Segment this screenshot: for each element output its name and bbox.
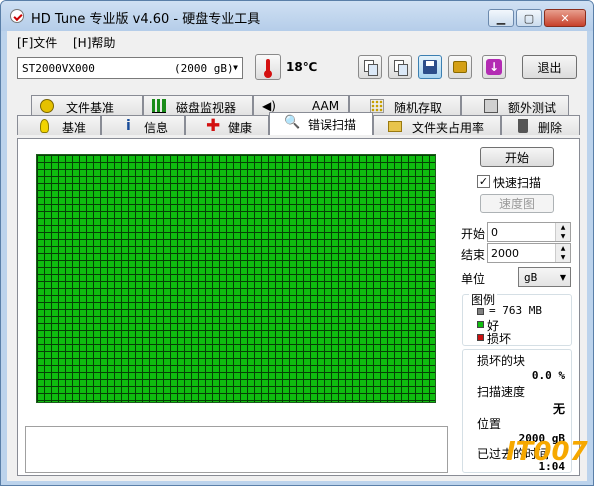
unit-select[interactable]: gB ▼ — [518, 267, 571, 287]
log-area[interactable] — [25, 426, 448, 473]
tab-benchmark[interactable]: 基准 — [17, 115, 101, 135]
close-icon: ✕ — [560, 11, 570, 25]
exit-button[interactable]: 退出 — [522, 55, 577, 79]
quick-scan-label: 快速扫描 — [493, 176, 542, 190]
temperature-button[interactable] — [255, 54, 281, 80]
start-scan-button[interactable]: 开始 — [480, 147, 554, 167]
thermometer-bulb — [264, 70, 272, 78]
legend-block-size: = 763 MB — [489, 304, 542, 317]
end-value: 2000 — [491, 247, 519, 260]
menu-help[interactable]: [H]帮助 — [73, 34, 115, 51]
drive-name: ST2000VX000 — [22, 62, 95, 75]
position-label: 位置 — [477, 417, 502, 431]
drive-size: (2000 gB) — [174, 62, 234, 75]
calculator-icon — [484, 99, 498, 113]
temperature-readout: 18℃ — [286, 60, 318, 74]
speed-map-button[interactable]: 速度图 — [480, 194, 554, 213]
tab-label: 健康 — [228, 121, 253, 135]
bar-chart-icon — [152, 99, 166, 113]
error-scan-panel: 开始 ✓ 快速扫描 速度图 开始 0 ▲ ▼ 结束 2000 ▲ ▼ 单位 gB… — [17, 138, 580, 476]
tab-info[interactable]: i 信息 — [101, 115, 185, 135]
options-icon — [453, 61, 467, 73]
tab-label: 信息 — [144, 121, 169, 135]
menu-bar: [F]文件 [H]帮助 — [7, 31, 587, 51]
options-button[interactable] — [448, 55, 472, 79]
drive-select[interactable]: ST2000VX000 (2000 gB) ▼ — [17, 57, 243, 79]
menu-file[interactable]: [F]文件 — [17, 34, 57, 51]
tab-folder-usage[interactable]: 文件夹占用率 — [373, 115, 501, 135]
tab-label: 文件基准 — [66, 101, 115, 115]
spin-up-icon[interactable]: ▲ — [555, 244, 570, 253]
minimize-icon: ▁ — [496, 11, 506, 25]
legend-group: 图例 = 763 MB 好 损坏 — [462, 291, 572, 346]
download-button[interactable]: ↓ — [482, 55, 506, 79]
hd-tune-window: HD Tune 专业版 v4.60 - 硬盘专业工具 ▁ ▢ ✕ [F]文件 [… — [0, 0, 594, 486]
tab-label: 文件夹占用率 — [412, 121, 485, 135]
gear-icon — [40, 99, 54, 113]
watermark-logo: IT007 — [506, 437, 588, 467]
copy-all-icon — [394, 60, 408, 76]
trash-icon — [518, 119, 528, 133]
tab-label: 随机存取 — [394, 101, 443, 115]
tab-disk-monitor[interactable]: 磁盘监视器 — [143, 95, 253, 115]
tab-label: AAM — [312, 99, 340, 113]
end-label: 结束 — [461, 248, 486, 262]
end-spinbox[interactable]: 2000 ▲ ▼ — [487, 243, 571, 263]
tab-erase[interactable]: 删除 — [501, 115, 580, 135]
spin-up-icon[interactable]: ▲ — [555, 223, 570, 232]
damaged-value: 0.0 % — [531, 369, 565, 382]
tab-label: 基准 — [62, 121, 87, 135]
legend-bad: 损坏 — [487, 332, 512, 346]
tab-extra-tests[interactable]: 额外测试 — [461, 95, 569, 115]
copy-info-button[interactable] — [358, 55, 382, 79]
chevron-down-icon: ▼ — [233, 63, 238, 72]
plus-cross-icon: ✚ — [206, 116, 221, 136]
legend-bad-swatch — [477, 334, 484, 341]
start-value: 0 — [491, 226, 498, 239]
window-title: HD Tune 专业版 v4.60 - 硬盘专业工具 — [31, 12, 261, 27]
unit-value: gB — [524, 271, 538, 284]
start-label: 开始 — [461, 227, 486, 241]
spin-down-icon[interactable]: ▼ — [555, 253, 570, 262]
folder-icon — [388, 121, 402, 132]
unit-label: 单位 — [461, 272, 486, 286]
tab-label: 删除 — [538, 121, 563, 135]
tab-label: 磁盘监视器 — [176, 101, 237, 115]
speed-label: 扫描速度 — [477, 385, 526, 399]
chevron-down-icon: ▼ — [559, 273, 566, 282]
spin-down-icon[interactable]: ▼ — [555, 232, 570, 241]
magnifier-icon: 🔍 — [284, 115, 301, 130]
client-area: [F]文件 [H]帮助 ST2000VX000 (2000 gB) ▼ 18℃ … — [7, 31, 587, 481]
toolbar: ST2000VX000 (2000 gB) ▼ 18℃ ↓ 退出 — [7, 51, 587, 91]
tab-file-benchmark[interactable]: 文件基准 — [31, 95, 143, 115]
block-map — [36, 154, 436, 403]
floppy-disk-icon — [423, 60, 437, 74]
start-spinbox[interactable]: 0 ▲ ▼ — [487, 222, 571, 242]
maximize-icon: ▢ — [523, 11, 535, 25]
down-arrow-icon: ↓ — [486, 59, 502, 75]
quick-scan-checkbox[interactable]: ✓ — [477, 175, 490, 188]
tab-label: 错误扫描 — [308, 118, 357, 132]
info-icon: i — [126, 118, 131, 134]
check-icon: ✓ — [478, 175, 489, 188]
speed-value: 无 — [552, 402, 565, 416]
tab-health[interactable]: ✚ 健康 — [185, 115, 269, 135]
tab-error-scan[interactable]: 🔍 错误扫描 — [269, 112, 373, 135]
copy-icon — [364, 60, 378, 76]
title-bar[interactable]: HD Tune 专业版 v4.60 - 硬盘专业工具 ▁ ▢ ✕ — [1, 1, 593, 31]
dots-grid-icon — [370, 99, 384, 113]
tab-label: 额外测试 — [508, 101, 557, 115]
copy-all-button[interactable] — [388, 55, 412, 79]
bulb-icon — [40, 119, 49, 133]
damaged-label: 损坏的块 — [477, 354, 526, 368]
maximize-button[interactable]: ▢ — [516, 9, 542, 27]
legend-block-swatch — [477, 308, 484, 315]
app-icon — [10, 9, 24, 23]
speaker-icon: ◀) — [262, 99, 276, 113]
close-button[interactable]: ✕ — [544, 9, 586, 27]
legend-good-swatch — [477, 321, 484, 328]
minimize-button[interactable]: ▁ — [488, 9, 514, 27]
save-button[interactable] — [418, 55, 442, 79]
